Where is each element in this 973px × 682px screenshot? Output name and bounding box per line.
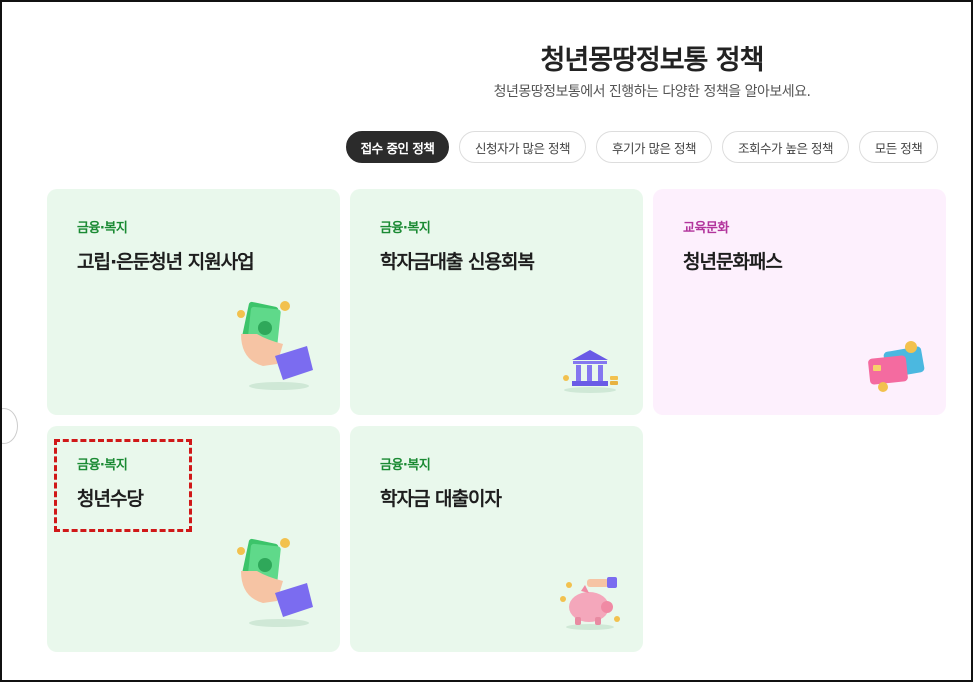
tab-accepting-policies[interactable]: 접수 중인 정책: [346, 131, 449, 163]
piggy-bank-icon: [560, 577, 620, 630]
card-category: 교육문화: [683, 221, 729, 236]
money-hand-icon: [237, 301, 313, 390]
card-category: 금융·복지: [77, 221, 128, 236]
tab-all-policies[interactable]: 모든 정책: [859, 131, 938, 163]
policy-filter-tabs: 접수 중인 정책 신청자가 많은 정책 후기가 많은 정책 조회수가 높은 정책…: [2, 131, 971, 165]
highlight-box: [54, 439, 192, 532]
policy-card-student-loan-credit[interactable]: 금융·복지 학자금대출 신용회복: [350, 189, 643, 415]
prev-arrow-button[interactable]: [2, 408, 18, 444]
bank-building-icon: [563, 350, 618, 393]
card-title: 학자금 대출이자: [380, 488, 502, 510]
tab-most-reviews[interactable]: 후기가 많은 정책: [596, 131, 712, 163]
credit-cards-icon: [868, 341, 925, 392]
tab-most-applicants[interactable]: 신청자가 많은 정책: [459, 131, 586, 163]
page-title: 청년몽땅정보통 정책: [540, 45, 765, 76]
card-title: 학자금대출 신용회복: [380, 251, 535, 273]
policy-card-youth-culture-pass[interactable]: 교육문화 청년문화패스: [653, 189, 946, 415]
money-hand-icon: [237, 538, 313, 627]
page-frame: 청년몽땅정보통 정책 청년몽땅정보통에서 진행하는 다양한 정책을 알아보세요.…: [0, 0, 973, 682]
policy-card-student-loan-interest[interactable]: 금융·복지 학자금 대출이자: [350, 426, 643, 652]
card-category: 금융·복지: [380, 458, 431, 473]
policy-card-isolated-youth[interactable]: 금융·복지 고립·은둔청년 지원사업: [47, 189, 340, 415]
page-subtitle: 청년몽땅정보통에서 진행하는 다양한 정책을 알아보세요.: [493, 84, 811, 100]
card-category: 금융·복지: [380, 221, 431, 236]
card-title: 고립·은둔청년 지원사업: [77, 251, 255, 273]
tab-most-views[interactable]: 조회수가 높은 정책: [722, 131, 849, 163]
card-title: 청년문화패스: [683, 251, 783, 273]
